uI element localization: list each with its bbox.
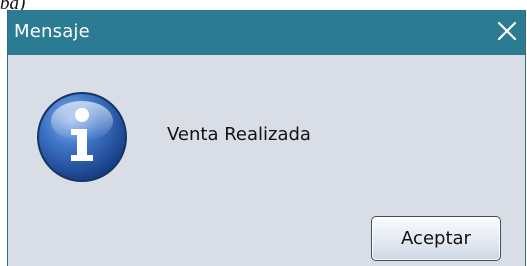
message-dialog: Mensaje Venta Realizada Aceptar [7,10,526,266]
accept-button[interactable]: Aceptar [371,216,501,261]
close-icon[interactable] [494,18,520,44]
window-title: Mensaje [14,21,90,42]
info-icon [36,91,128,183]
title-bar: Mensaje [8,10,525,55]
dialog-message: Venta Realizada [167,124,311,145]
